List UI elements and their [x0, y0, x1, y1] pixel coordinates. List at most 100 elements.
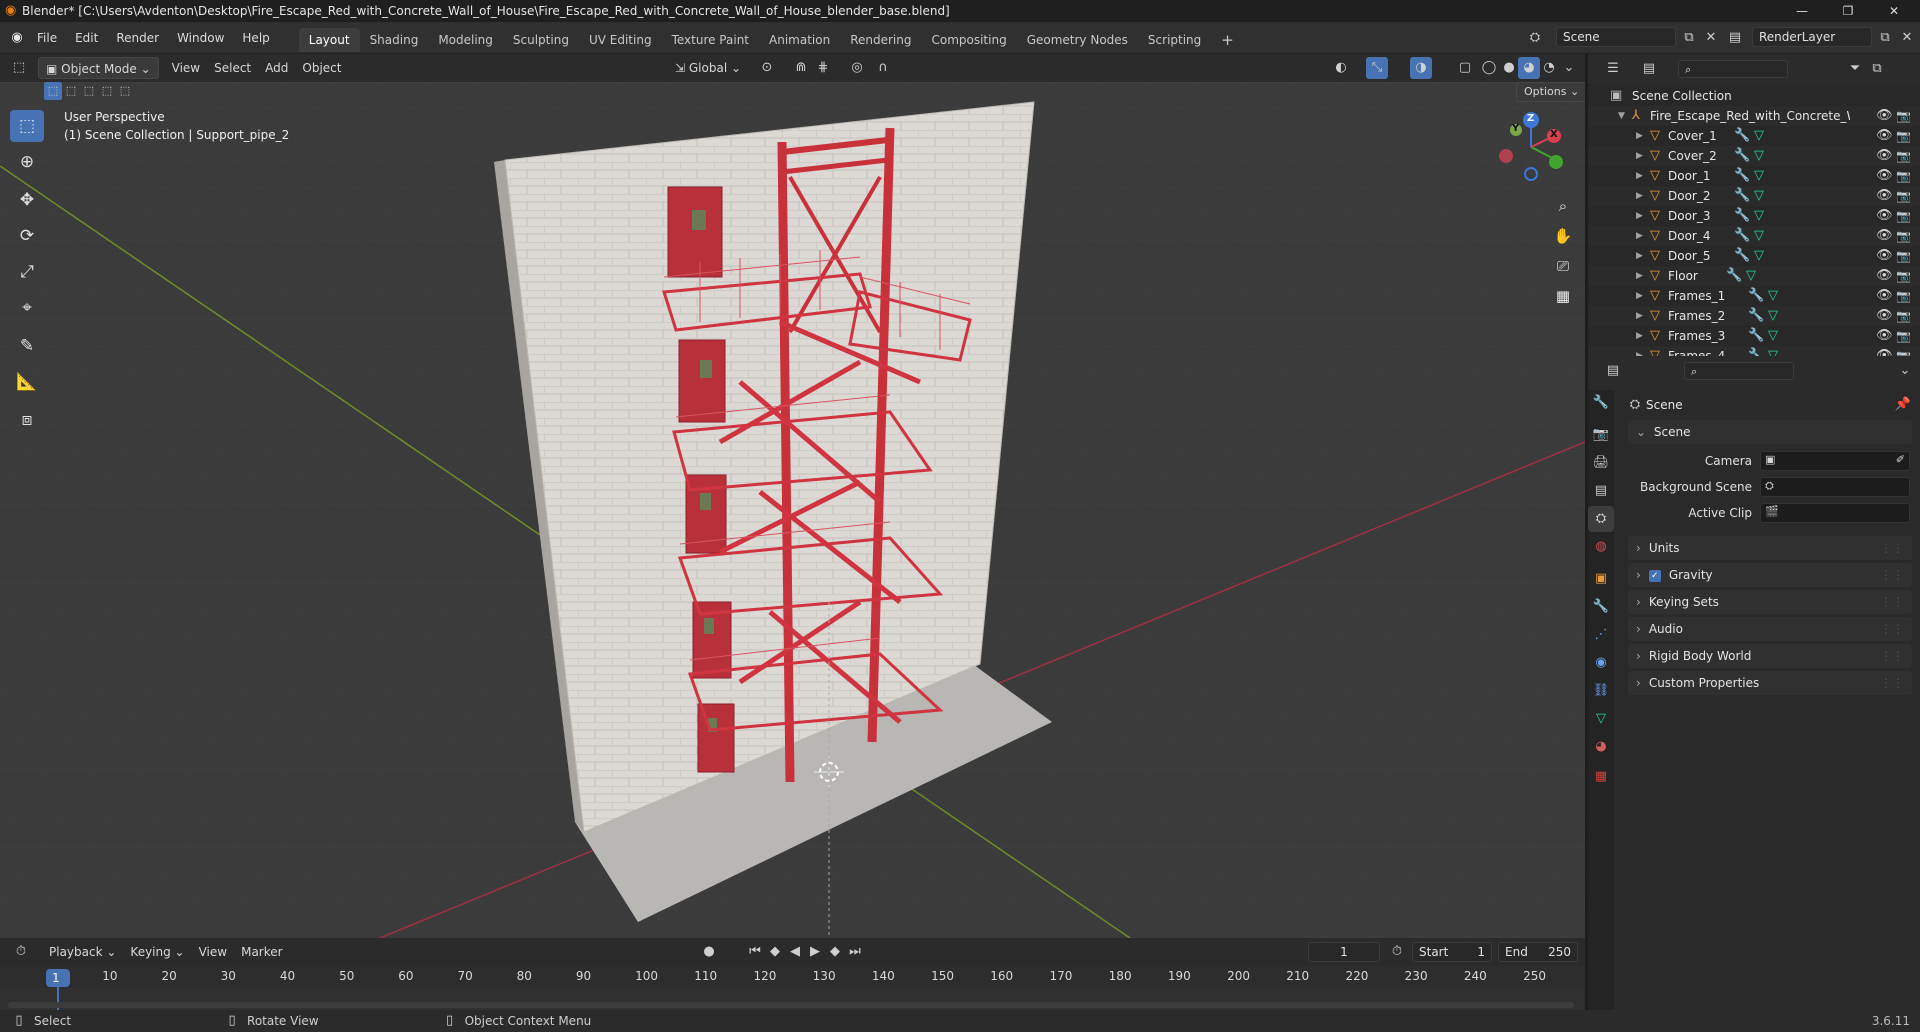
- current-frame-field[interactable]: 1: [1308, 942, 1380, 962]
- tab-geometry-nodes[interactable]: Geometry Nodes: [1017, 28, 1138, 52]
- drag-handle-icon[interactable]: ⋮⋮: [1880, 536, 1912, 560]
- eye-icon[interactable]: 👁: [1876, 126, 1893, 146]
- properties-search-input[interactable]: ⌕: [1684, 362, 1794, 380]
- menu-object[interactable]: Object: [295, 57, 348, 79]
- render-camera-icon[interactable]: 📷: [1896, 206, 1911, 226]
- modifier-wrench-icon[interactable]: 🔧: [1726, 266, 1742, 286]
- menu-view[interactable]: View: [165, 57, 207, 79]
- select-intersect-icon[interactable]: ⬚: [116, 82, 134, 100]
- gizmo-toggle-icon[interactable]: ⤡: [1366, 57, 1388, 79]
- panel-keying-sets[interactable]: › Keying Sets ⋮⋮: [1628, 590, 1912, 614]
- eye-icon[interactable]: 👁: [1876, 166, 1893, 186]
- outliner-row-object[interactable]: ▶ ▽ Door_5 🔧 ▽ 👁 📷: [1588, 246, 1920, 266]
- eye-icon[interactable]: 👁: [1876, 266, 1893, 286]
- expand-triangle-icon[interactable]: ▶: [1636, 126, 1643, 146]
- modifier-wrench-icon[interactable]: 🔧: [1734, 146, 1750, 166]
- drag-handle-icon[interactable]: ⋮⋮: [1880, 671, 1912, 695]
- eye-icon[interactable]: 👁: [1876, 326, 1893, 346]
- expand-triangle-icon[interactable]: ▶: [1636, 326, 1643, 346]
- modifier-wrench-icon[interactable]: 🔧: [1734, 226, 1750, 246]
- outliner-row-object[interactable]: ▶ ▽ Door_2 🔧 ▽ 👁 📷: [1588, 186, 1920, 206]
- menu-render[interactable]: Render: [107, 22, 168, 54]
- rendered-shading-icon[interactable]: ◔: [1538, 57, 1560, 79]
- modifier-wrench-icon[interactable]: 🔧: [1748, 306, 1764, 326]
- render-tab-icon[interactable]: 📷: [1588, 422, 1614, 448]
- panel-gravity[interactable]: › ✓ Gravity ⋮⋮: [1628, 563, 1912, 587]
- outliner-editor-icon[interactable]: ☰: [1602, 58, 1624, 80]
- render-camera-icon[interactable]: 📷: [1896, 106, 1911, 126]
- drag-handle-icon[interactable]: ⋮⋮: [1880, 617, 1912, 641]
- eye-icon[interactable]: 👁: [1876, 186, 1893, 206]
- outliner-row-object[interactable]: ▶ ▽ Door_4 🔧 ▽ 👁 📷: [1588, 226, 1920, 246]
- object-tab-icon[interactable]: ▣: [1588, 566, 1614, 592]
- rotate-icon[interactable]: ⟳: [10, 220, 44, 252]
- zoom-icon[interactable]: ⌕: [1549, 192, 1577, 220]
- menu-help[interactable]: Help: [233, 22, 278, 54]
- panel-units[interactable]: › Units ⋮⋮: [1628, 536, 1912, 560]
- material-preview-icon[interactable]: ◕: [1518, 57, 1540, 79]
- scene-name-field[interactable]: Scene: [1556, 27, 1676, 47]
- view-layer-tab-icon[interactable]: ▤: [1588, 478, 1614, 504]
- expand-triangle-icon[interactable]: ▶: [1636, 186, 1643, 206]
- select-subtract-icon[interactable]: ⬚: [80, 82, 98, 100]
- eye-icon[interactable]: 👁: [1876, 286, 1893, 306]
- outliner-row-object[interactable]: ▶ ▽ Frames_1 🔧 ▽ 👁 📷: [1588, 286, 1920, 306]
- transform-orientation-dropdown[interactable]: ⇲ Global ⌄: [668, 57, 748, 79]
- mesh-data-icon[interactable]: ▽: [1754, 186, 1764, 206]
- modifier-wrench-icon[interactable]: 🔧: [1748, 286, 1764, 306]
- modifier-wrench-icon[interactable]: 🔧: [1748, 326, 1764, 346]
- panel-rigid-body-world[interactable]: › Rigid Body World ⋮⋮: [1628, 644, 1912, 668]
- solid-shading-icon[interactable]: ●: [1498, 57, 1520, 79]
- tab-compositing[interactable]: Compositing: [921, 28, 1016, 52]
- proportional-edit-icon[interactable]: ◎: [846, 57, 868, 79]
- drag-handle-icon[interactable]: ⋮⋮: [1880, 563, 1912, 587]
- tool-tab-icon[interactable]: 🔧: [1588, 390, 1614, 416]
- tab-texture-paint[interactable]: Texture Paint: [662, 28, 759, 52]
- modifier-wrench-icon[interactable]: 🔧: [1734, 126, 1750, 146]
- move-icon[interactable]: ✥: [10, 184, 44, 216]
- display-mode-icon[interactable]: ▤: [1638, 58, 1660, 80]
- eye-icon[interactable]: 👁: [1876, 246, 1893, 266]
- gravity-checkbox[interactable]: ✓: [1648, 569, 1661, 582]
- mesh-data-icon[interactable]: ▽: [1754, 126, 1764, 146]
- maximize-button[interactable]: ❐: [1826, 0, 1870, 22]
- options-dropdown[interactable]: Options ⌄: [1516, 82, 1585, 102]
- tab-modeling[interactable]: Modeling: [428, 28, 503, 52]
- mesh-data-icon[interactable]: ▽: [1754, 146, 1764, 166]
- play-reverse-icon[interactable]: ◀: [784, 941, 806, 963]
- render-camera-icon[interactable]: 📷: [1896, 246, 1911, 266]
- play-icon[interactable]: ▶: [804, 941, 826, 963]
- modifier-wrench-icon[interactable]: 🔧: [1734, 206, 1750, 226]
- new-view-layer-icon[interactable]: ⧉: [1874, 27, 1896, 49]
- panel-audio[interactable]: › Audio ⋮⋮: [1628, 617, 1912, 641]
- mesh-data-icon[interactable]: ▽: [1746, 266, 1756, 286]
- navigation-gizmo[interactable]: Z X Y: [1496, 112, 1566, 182]
- jump-keyframe-back-icon[interactable]: ◆: [764, 941, 786, 963]
- render-layer-field[interactable]: RenderLayer: [1752, 27, 1872, 47]
- editor-type-icon[interactable]: ⬚: [8, 57, 30, 79]
- pan-hand-icon[interactable]: ✋: [1549, 222, 1577, 250]
- close-button[interactable]: ✕: [1872, 0, 1916, 22]
- menu-select[interactable]: Select: [207, 57, 258, 79]
- minimize-button[interactable]: —: [1780, 0, 1824, 22]
- outliner-row-object[interactable]: ▶ ▽ Frames_3 🔧 ▽ 👁 📷: [1588, 326, 1920, 346]
- render-camera-icon[interactable]: 📷: [1896, 326, 1911, 346]
- snap-increment-icon[interactable]: ⋕: [812, 57, 834, 79]
- expand-triangle-icon[interactable]: ▶: [1636, 166, 1643, 186]
- outliner-search-input[interactable]: ⌕: [1678, 60, 1788, 78]
- eye-icon[interactable]: 👁: [1876, 106, 1893, 126]
- eye-icon[interactable]: 👁: [1876, 226, 1893, 246]
- start-frame-field[interactable]: Start 1: [1412, 942, 1492, 962]
- select-box-tool[interactable]: ⬚: [10, 110, 44, 142]
- menu-edit[interactable]: Edit: [66, 22, 107, 54]
- outliner-row-object[interactable]: ▶ ▽ Cover_1 🔧 ▽ 👁 📷: [1588, 126, 1920, 146]
- mesh-data-icon[interactable]: ▽: [1754, 246, 1764, 266]
- tab-scripting[interactable]: Scripting: [1138, 28, 1211, 52]
- jump-keyframe-forward-icon[interactable]: ◆: [824, 941, 846, 963]
- scene-tab-icon[interactable]: ⛭: [1588, 506, 1614, 532]
- add-cube-icon[interactable]: ⧈: [10, 404, 44, 436]
- active-clip-field[interactable]: 🎬: [1760, 503, 1910, 523]
- eye-icon[interactable]: 👁: [1876, 206, 1893, 226]
- xray-toggle-icon[interactable]: ▢: [1454, 57, 1476, 79]
- jump-end-icon[interactable]: ⏭: [844, 941, 866, 963]
